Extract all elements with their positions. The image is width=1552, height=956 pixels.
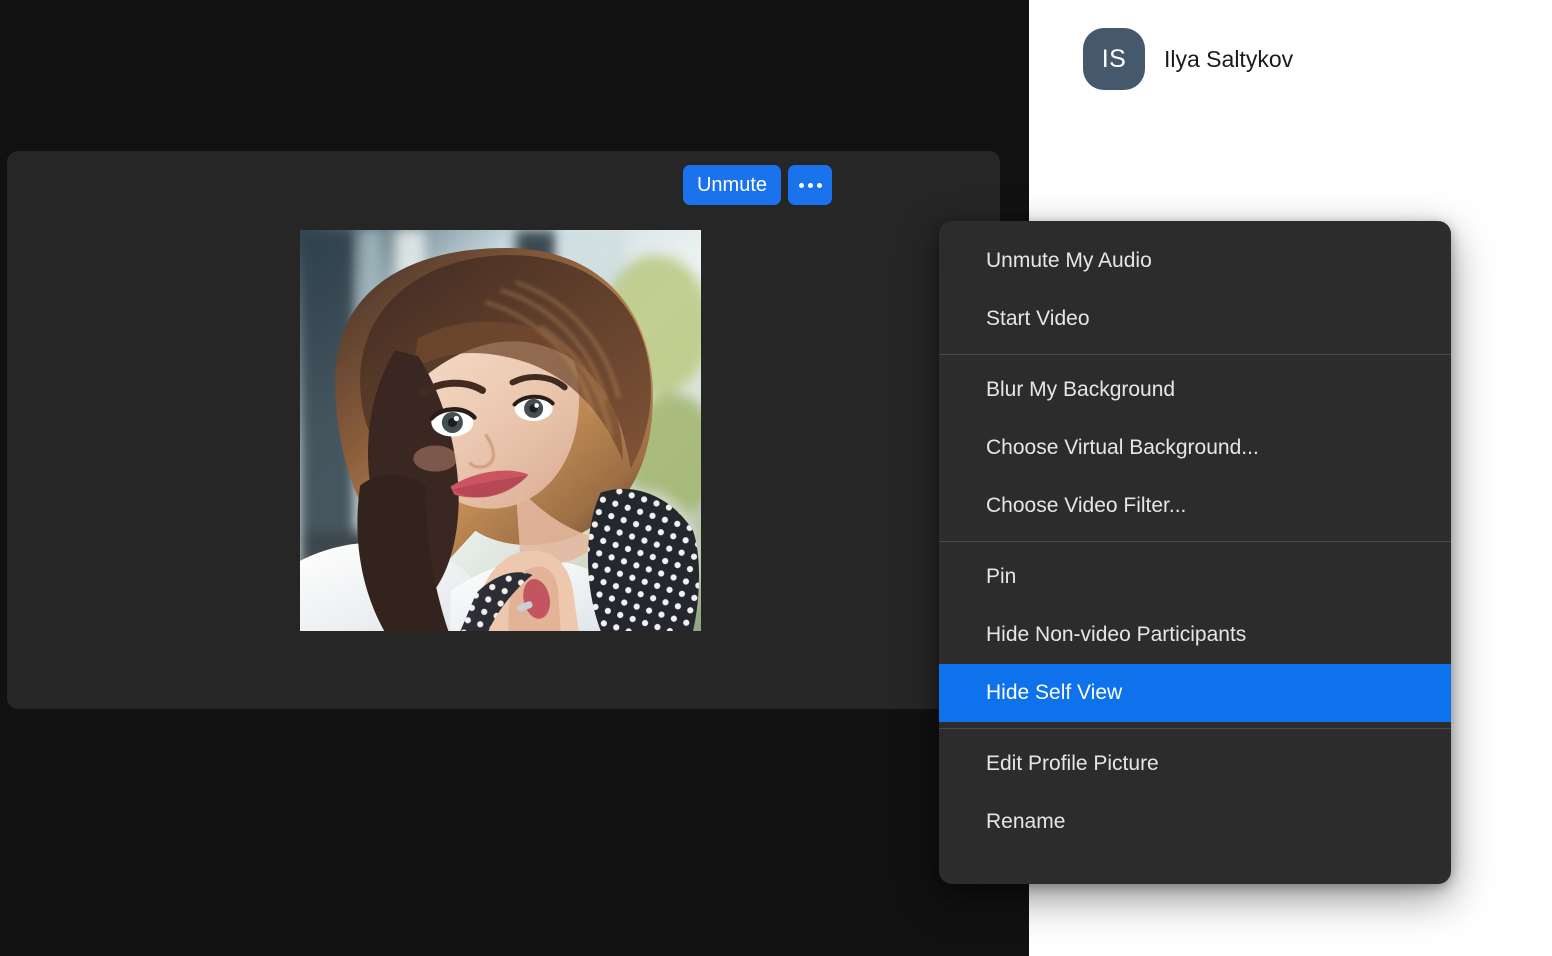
- ellipsis-dot: [816, 182, 822, 188]
- app-root: IS Ilya Saltykov Unmute Unmute My Audio …: [0, 0, 1552, 956]
- menu-separator: [939, 541, 1451, 542]
- menu-item-hide-self-view[interactable]: Hide Self View: [939, 664, 1451, 722]
- self-view-context-menu[interactable]: Unmute My Audio Start Video Blur My Backgr…: [939, 221, 1451, 884]
- menu-item-start-video[interactable]: Start Video: [939, 290, 1451, 348]
- ellipsis-dot: [798, 182, 804, 188]
- menu-item-rename[interactable]: Rename: [939, 793, 1451, 851]
- menu-separator: [939, 354, 1451, 355]
- more-options-ellipsis-icon[interactable]: [788, 165, 832, 205]
- ellipsis-dot: [807, 182, 813, 188]
- menu-item-choose-virtual-background[interactable]: Choose Virtual Background...: [939, 419, 1451, 477]
- menu-item-blur-my-background[interactable]: Blur My Background: [939, 361, 1451, 419]
- unmute-button[interactable]: Unmute: [682, 165, 781, 205]
- participant-list-item[interactable]: IS Ilya Saltykov: [1083, 28, 1293, 90]
- portrait-photo-illustration: [300, 230, 701, 631]
- menu-item-hide-non-video-participants[interactable]: Hide Non-video Participants: [939, 606, 1451, 664]
- avatar-initials: IS: [1101, 44, 1127, 73]
- tile-controls: Unmute: [682, 165, 832, 205]
- participant-name: Ilya Saltykov: [1164, 45, 1294, 72]
- menu-item-pin[interactable]: Pin: [939, 548, 1451, 606]
- avatar: IS: [1083, 28, 1145, 90]
- menu-separator: [939, 728, 1451, 729]
- menu-item-unmute-my-audio[interactable]: Unmute My Audio: [939, 232, 1451, 290]
- self-view-photo: [300, 230, 701, 631]
- menu-item-choose-video-filter[interactable]: Choose Video Filter...: [939, 477, 1451, 535]
- menu-item-edit-profile-picture[interactable]: Edit Profile Picture: [939, 735, 1451, 793]
- self-view-video-tile[interactable]: Unmute: [7, 151, 1000, 709]
